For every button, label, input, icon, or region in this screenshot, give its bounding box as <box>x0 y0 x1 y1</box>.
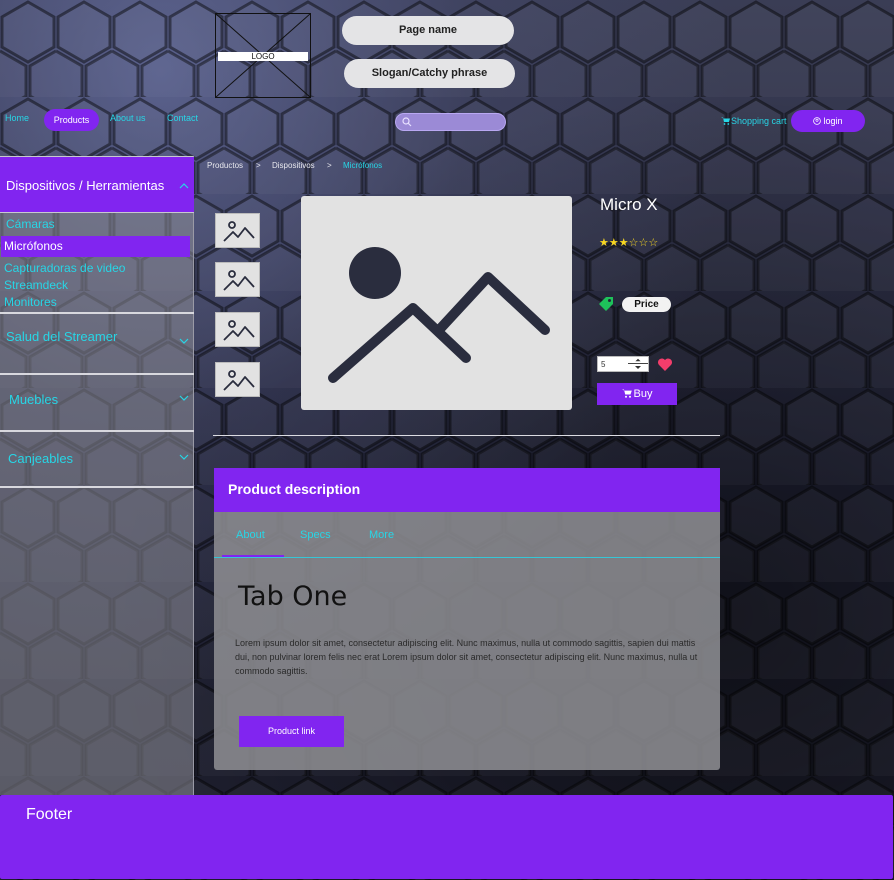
buy-button[interactable]: Buy <box>597 383 677 405</box>
breadcrumb-separator: > <box>256 161 261 170</box>
star-icon[interactable]: ★ <box>619 237 629 249</box>
login-button[interactable]: login <box>791 110 865 132</box>
category-title: Salud del Streamer <box>6 329 118 344</box>
slogan: Slogan/Catchy phrase <box>344 59 515 88</box>
sub-item-capturadoras[interactable]: Capturadoras de video <box>4 261 125 275</box>
cart-label: Shopping cart <box>731 116 787 126</box>
breadcrumb-microfonos: Micrófonos <box>343 161 383 170</box>
tag-icon <box>599 297 613 311</box>
description-header: Product description <box>214 468 720 512</box>
category-title: Muebles <box>9 392 59 407</box>
decrement-icon[interactable] <box>628 364 648 371</box>
nav-contact[interactable]: Contact <box>167 113 198 123</box>
tab-divider <box>214 557 720 558</box>
quantity-input[interactable] <box>601 358 625 370</box>
category-title: Canjeables <box>8 451 74 466</box>
image-placeholder-icon <box>223 221 255 242</box>
sub-item-monitores[interactable]: Monitores <box>4 295 57 309</box>
star-icon[interactable]: ☆ <box>648 237 658 249</box>
cart-icon <box>621 389 632 398</box>
category-sidebar: Dispositivos / Herramientas Cámaras Micr… <box>0 156 194 795</box>
shopping-cart-link[interactable]: Shopping cart <box>721 116 787 126</box>
star-icon[interactable]: ★ <box>609 237 619 249</box>
tab-about[interactable]: About <box>236 529 265 541</box>
image-placeholder-icon <box>223 270 255 291</box>
heart-icon[interactable] <box>657 357 673 372</box>
sub-item-microfonos[interactable]: Micrófonos <box>1 236 190 257</box>
category-salud[interactable]: Salud del Streamer <box>0 314 194 372</box>
star-icon[interactable]: ★ <box>599 237 609 249</box>
cart-icon <box>721 117 730 125</box>
tab-specs[interactable]: Specs <box>300 529 331 541</box>
thumbnail-2[interactable] <box>215 262 260 297</box>
nav-about-us[interactable]: About us <box>110 113 146 123</box>
breadcrumb-separator: > <box>327 161 332 170</box>
star-icon[interactable]: ☆ <box>629 237 639 249</box>
chevron-up-icon <box>179 183 189 189</box>
product-link-button[interactable]: Product link <box>239 716 344 747</box>
main-product-image[interactable] <box>301 196 572 410</box>
thumbnail-3[interactable] <box>215 312 260 347</box>
price-badge: Price <box>622 297 671 312</box>
sub-item-streamdeck[interactable]: Streamdeck <box>4 278 68 292</box>
logo-placeholder[interactable]: LOGO <box>215 13 311 98</box>
sub-item-camaras[interactable]: Cámaras <box>6 217 55 231</box>
rating-stars[interactable]: ★★★☆☆☆ <box>599 236 658 249</box>
breadcrumb-productos[interactable]: Productos <box>207 161 243 170</box>
chevron-down-icon <box>179 454 189 460</box>
description-text: Lorem ipsum dolor sit amet, consectetur … <box>235 638 698 676</box>
page-name: Page name <box>342 16 514 45</box>
increment-icon[interactable] <box>628 357 648 364</box>
category-canjeables[interactable]: Canjeables <box>0 432 194 487</box>
quantity-stepper[interactable] <box>597 356 649 372</box>
description-title: Product description <box>228 481 361 497</box>
image-placeholder-icon <box>223 370 255 391</box>
thumbnail-1[interactable] <box>215 213 260 248</box>
login-label: login <box>823 116 843 126</box>
tab-more[interactable]: More <box>369 529 394 541</box>
nav-home[interactable]: Home <box>5 113 29 123</box>
footer-title: Footer <box>26 806 73 823</box>
sub-item-label: Micrófonos <box>4 239 63 253</box>
star-icon[interactable]: ☆ <box>639 237 649 249</box>
category-title: Dispositivos / Herramientas <box>6 178 165 193</box>
tab-heading: Tab One <box>238 581 348 612</box>
chevron-down-icon <box>179 338 189 344</box>
search-bar[interactable] <box>395 113 506 131</box>
breadcrumb-dispositivos[interactable]: Dispositivos <box>272 161 315 170</box>
category-dispositivos[interactable]: Dispositivos / Herramientas <box>0 157 194 213</box>
category-muebles[interactable]: Muebles <box>0 375 194 430</box>
image-placeholder-icon <box>223 320 255 341</box>
logo-label: LOGO <box>218 52 308 61</box>
image-placeholder-icon <box>328 247 550 383</box>
divider <box>0 486 194 488</box>
search-icon <box>402 117 412 127</box>
footer: Footer <box>0 795 893 879</box>
product-title: Micro X <box>600 195 658 214</box>
thumbnail-4[interactable] <box>215 362 260 397</box>
description-panel: About Specs More Tab One Lorem ipsum dol… <box>214 512 720 770</box>
section-divider <box>213 435 720 436</box>
nav-products[interactable]: Products <box>44 109 99 131</box>
search-input[interactable] <box>414 115 502 129</box>
user-icon <box>813 117 822 125</box>
chevron-down-icon <box>179 395 189 401</box>
buy-label: Buy <box>633 388 653 400</box>
